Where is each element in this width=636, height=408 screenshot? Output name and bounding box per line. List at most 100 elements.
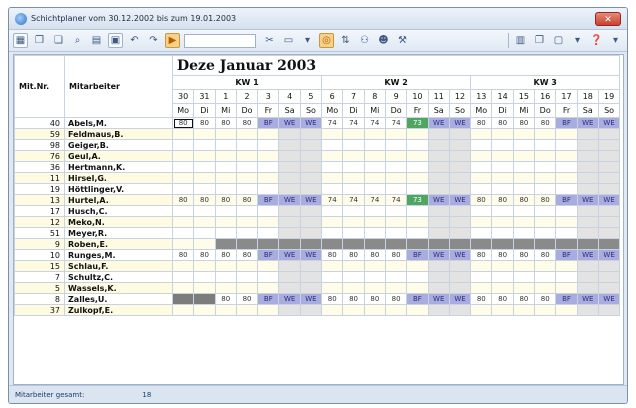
shift-cell[interactable] bbox=[576, 216, 599, 228]
shift-cell[interactable] bbox=[321, 172, 344, 184]
shift-cell[interactable] bbox=[406, 205, 429, 217]
shift-cell[interactable] bbox=[597, 238, 621, 250]
shift-cell[interactable]: WE bbox=[597, 249, 621, 261]
shift-cell[interactable] bbox=[342, 161, 365, 173]
shift-cell[interactable] bbox=[278, 216, 301, 228]
employee-row[interactable]: 15 Schlau,F. bbox=[14, 260, 621, 272]
shift-cell[interactable] bbox=[384, 128, 408, 140]
shift-cell[interactable] bbox=[534, 304, 557, 316]
document-icon[interactable]: ▤ bbox=[89, 33, 104, 48]
shift-cell[interactable] bbox=[448, 216, 472, 228]
shift-cell[interactable] bbox=[321, 139, 344, 151]
dropdown-arrow-icon[interactable]: ▾ bbox=[608, 33, 623, 48]
shift-cell[interactable] bbox=[555, 271, 578, 283]
shift-cell[interactable] bbox=[384, 271, 408, 283]
shift-cell[interactable]: 80 bbox=[214, 293, 237, 305]
shift-cell[interactable]: 80 bbox=[235, 194, 259, 206]
shift-cell[interactable]: 80 bbox=[384, 293, 408, 305]
shift-cell[interactable]: WE bbox=[448, 293, 472, 305]
shift-cell[interactable] bbox=[597, 128, 621, 140]
shift-cell[interactable] bbox=[576, 161, 599, 173]
shift-cell[interactable] bbox=[193, 238, 216, 250]
shift-cell[interactable] bbox=[512, 205, 536, 217]
shift-cell[interactable] bbox=[299, 282, 323, 294]
shift-cell[interactable] bbox=[406, 238, 429, 250]
paste-icon[interactable]: ❏ bbox=[51, 33, 66, 48]
copy-icon[interactable]: ❐ bbox=[532, 33, 547, 48]
shift-cell[interactable] bbox=[597, 282, 621, 294]
wrench-icon[interactable]: ⚒ bbox=[395, 33, 410, 48]
shift-cell[interactable] bbox=[406, 271, 429, 283]
shift-cell[interactable] bbox=[171, 227, 195, 239]
shift-cell[interactable] bbox=[512, 183, 536, 195]
shift-cell[interactable] bbox=[534, 282, 557, 294]
shift-cell[interactable] bbox=[576, 227, 599, 239]
shift-cell[interactable] bbox=[257, 216, 280, 228]
shift-cell[interactable] bbox=[321, 183, 344, 195]
shift-cell[interactable] bbox=[470, 205, 493, 217]
shift-cell[interactable] bbox=[214, 172, 237, 184]
shift-cell[interactable] bbox=[342, 227, 365, 239]
shift-cell[interactable]: BF bbox=[406, 293, 429, 305]
shift-cell[interactable] bbox=[235, 304, 259, 316]
shift-cell[interactable] bbox=[448, 161, 472, 173]
shift-cell[interactable] bbox=[257, 150, 280, 162]
shift-cell[interactable] bbox=[534, 183, 557, 195]
shift-cell[interactable] bbox=[597, 216, 621, 228]
shift-cell[interactable] bbox=[257, 161, 280, 173]
shift-cell[interactable] bbox=[597, 304, 621, 316]
shift-cell[interactable] bbox=[597, 139, 621, 151]
shift-cell[interactable] bbox=[597, 172, 621, 184]
shift-cell[interactable]: 73 bbox=[406, 117, 429, 129]
shift-cell[interactable] bbox=[512, 260, 536, 272]
employee-row[interactable]: 11 Hirsel,G. bbox=[14, 172, 621, 184]
shift-cell[interactable] bbox=[235, 172, 259, 184]
shift-cell[interactable]: 73 bbox=[406, 194, 429, 206]
shift-cell[interactable] bbox=[171, 172, 195, 184]
employee-row[interactable]: 59 Feldmaus,B. bbox=[14, 128, 621, 140]
shift-cell[interactable] bbox=[555, 227, 578, 239]
shift-cell[interactable]: 80 bbox=[342, 293, 365, 305]
shift-cell[interactable] bbox=[427, 150, 450, 162]
shift-cell[interactable] bbox=[321, 238, 344, 250]
shift-cell[interactable] bbox=[342, 271, 365, 283]
shift-cell[interactable]: WE bbox=[597, 117, 621, 129]
shift-cell[interactable] bbox=[214, 304, 237, 316]
shift-cell[interactable] bbox=[235, 128, 259, 140]
shift-cell[interactable]: 74 bbox=[363, 194, 386, 206]
shift-cell[interactable] bbox=[512, 172, 536, 184]
shift-cell[interactable] bbox=[278, 172, 301, 184]
shift-cell[interactable] bbox=[171, 205, 195, 217]
shift-cell[interactable]: BF bbox=[257, 194, 280, 206]
shift-cell[interactable] bbox=[171, 150, 195, 162]
excel-icon[interactable]: ▦ bbox=[13, 33, 28, 48]
circle-select-icon[interactable]: ◎ bbox=[319, 33, 334, 48]
shift-cell[interactable] bbox=[321, 227, 344, 239]
shift-cell[interactable] bbox=[576, 304, 599, 316]
shift-cell[interactable] bbox=[342, 260, 365, 272]
shift-cell[interactable] bbox=[257, 205, 280, 217]
shift-cell[interactable]: 80 bbox=[235, 293, 259, 305]
shift-cell[interactable] bbox=[363, 227, 386, 239]
shift-cell[interactable] bbox=[342, 216, 365, 228]
shift-cell[interactable] bbox=[235, 139, 259, 151]
shift-cell[interactable]: 80 bbox=[321, 293, 344, 305]
shift-cell[interactable]: WE bbox=[576, 293, 599, 305]
shift-cell[interactable]: 80 bbox=[235, 117, 259, 129]
shift-cell[interactable] bbox=[406, 161, 429, 173]
shift-cell[interactable] bbox=[491, 161, 514, 173]
group-icon[interactable]: ⚇ bbox=[357, 33, 372, 48]
shift-cell[interactable] bbox=[299, 304, 323, 316]
shift-cell[interactable] bbox=[384, 205, 408, 217]
shift-cell[interactable]: WE bbox=[299, 249, 323, 261]
shift-cell[interactable] bbox=[491, 183, 514, 195]
shift-cell[interactable] bbox=[406, 227, 429, 239]
shift-cell[interactable] bbox=[427, 282, 450, 294]
shift-cell[interactable] bbox=[342, 205, 365, 217]
find-icon[interactable]: ⌕ bbox=[70, 33, 85, 48]
shift-cell[interactable] bbox=[406, 172, 429, 184]
shift-cell[interactable] bbox=[597, 150, 621, 162]
shift-cell[interactable] bbox=[214, 271, 237, 283]
shift-cell[interactable] bbox=[321, 271, 344, 283]
shift-cell[interactable] bbox=[555, 238, 578, 250]
